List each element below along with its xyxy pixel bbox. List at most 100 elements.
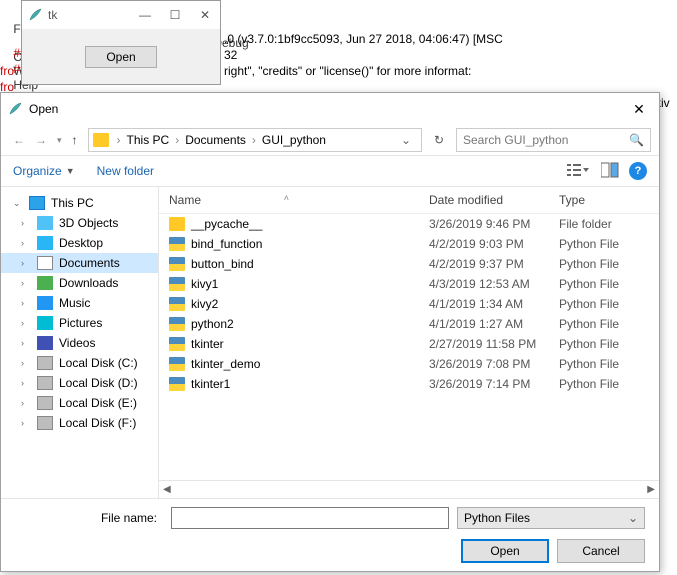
file-type: Python File [559,297,649,311]
open-file-dialog: Open ✕ ← → ▾ ↑ › This PC › Documents › G… [0,92,660,572]
expand-icon[interactable]: › [21,398,31,408]
file-type: Python File [559,277,649,291]
ico-pics-icon [37,316,53,330]
sort-indicator-icon: ˄ [284,193,289,207]
preview-pane-button[interactable] [601,162,619,181]
tree-item-local-disk-d-[interactable]: › Local Disk (D:) [1,373,158,393]
col-type[interactable]: Type [559,193,649,207]
organize-dropdown-icon[interactable]: ▼ [66,166,75,176]
tree-item-label: Downloads [59,276,118,290]
view-mode-button[interactable] [567,162,591,181]
file-row[interactable]: tkinter13/26/2019 7:14 PMPython File [159,374,659,394]
crumb-guipython[interactable]: GUI_python [258,133,330,147]
file-name: kivy2 [191,297,429,311]
crumb-documents[interactable]: Documents [181,133,250,147]
tree-item-videos[interactable]: › Videos [1,333,158,353]
breadcrumb-dropdown[interactable]: ⌄ [395,133,417,147]
expand-icon[interactable]: › [21,298,31,308]
expand-icon[interactable]: › [21,238,31,248]
tree-item-label: Documents [59,256,120,270]
expand-icon[interactable]: › [21,338,31,348]
tree-item-local-disk-f-[interactable]: ›Local Disk (F:) [1,413,158,433]
tree-item-label: 3D Objects [59,216,118,230]
tree-item-pictures[interactable]: ›Pictures [1,313,158,333]
search-box[interactable]: Search GUI_python 🔍 [456,128,651,152]
file-date: 4/3/2019 12:53 AM [429,277,559,291]
tree-item-label: This PC [51,196,94,210]
toolbar: Organize ▼ New folder ? [1,155,659,187]
chevron-down-icon: ⌄ [628,511,638,525]
cancel-button[interactable]: Cancel [557,539,645,563]
tree-item-documents[interactable]: › Documents [1,253,158,273]
tree-item-local-disk-c-[interactable]: ›Local Disk (C:) [1,353,158,373]
expand-icon[interactable]: ⌄ [13,198,23,209]
breadcrumb[interactable]: › This PC › Documents › GUI_python ⌄ [88,128,422,152]
open-button[interactable]: Open [461,539,549,563]
forward-button[interactable]: → [35,133,47,147]
organize-menu[interactable]: Organize [13,164,62,178]
expand-icon[interactable]: › [21,358,31,368]
tree-item-local-disk-e-[interactable]: ›Local Disk (E:) [1,393,158,413]
file-row[interactable]: button_bind4/2/2019 9:37 PMPython File [159,254,659,274]
ico-disk-icon [37,376,53,390]
tree-item-this-pc[interactable]: ⌄ This PC [1,193,158,213]
back-button[interactable]: ← [13,133,25,147]
file-name: python2 [191,317,429,331]
ico-disk-icon [37,356,53,370]
dialog-titlebar: Open ✕ [1,93,659,125]
file-row[interactable]: bind_function4/2/2019 9:03 PMPython File [159,234,659,254]
file-row[interactable]: kivy24/1/2019 1:34 AMPython File [159,294,659,314]
tree-item-label: Desktop [59,236,103,250]
new-folder-button[interactable]: New folder [97,164,154,178]
file-type: File folder [559,217,649,231]
tree-item-downloads[interactable]: › Downloads [1,273,158,293]
file-date: 4/1/2019 1:34 AM [429,297,559,311]
search-icon: 🔍 [629,133,644,147]
file-row[interactable]: __pycache__3/26/2019 9:46 PMFile folder [159,214,659,234]
expand-icon[interactable]: › [21,258,31,268]
tree-item-desktop[interactable]: › Desktop [1,233,158,253]
expand-icon[interactable]: › [21,378,31,388]
file-list-pane: Name ˄ Date modified Type __pycache__3/2… [159,187,659,498]
file-name-input[interactable] [171,507,449,529]
expand-icon[interactable]: › [21,218,31,228]
file-name-label: File name: [15,511,163,525]
file-date: 4/2/2019 9:03 PM [429,237,559,251]
expand-icon[interactable]: › [21,418,31,428]
refresh-button[interactable]: ↻ [428,128,450,152]
ico-cube-icon [37,216,53,230]
tree-item-label: Videos [59,336,95,350]
col-name[interactable]: Name [169,193,284,207]
expand-icon[interactable]: › [21,318,31,328]
file-row[interactable]: python24/1/2019 1:27 AMPython File [159,314,659,334]
crumb-thispc[interactable]: This PC [123,133,174,147]
file-type: Python File [559,257,649,271]
tk-titlebar: tk — ☐ ✕ [22,1,220,29]
maximize-button[interactable]: ☐ [160,1,190,29]
up-button[interactable]: ↑ [72,133,78,147]
col-date[interactable]: Date modified [429,193,559,207]
expand-icon[interactable]: › [21,278,31,288]
file-row[interactable]: kivy14/3/2019 12:53 AMPython File [159,274,659,294]
dialog-feather-icon [7,101,23,117]
minimize-button[interactable]: — [130,1,160,29]
help-button[interactable]: ? [629,162,647,180]
tree-item-music[interactable]: ›Music [1,293,158,313]
file-row[interactable]: tkinter_demo3/26/2019 7:08 PMPython File [159,354,659,374]
file-name: tkinter1 [191,377,429,391]
python-file-icon [169,337,185,351]
recent-dropdown[interactable]: ▾ [57,135,62,146]
tk-open-button[interactable]: Open [85,46,156,68]
horizontal-scrollbar[interactable]: ◀ ▶ [159,480,659,498]
ico-dl-icon [37,276,53,290]
close-button[interactable]: ✕ [190,1,220,29]
tree-item-label: Local Disk (D:) [59,376,138,390]
file-name: tkinter_demo [191,357,429,371]
tk-window: tk — ☐ ✕ Open [21,0,221,85]
ico-music-icon [37,296,53,310]
tree-item-3d-objects[interactable]: › 3D Objects [1,213,158,233]
file-type-filter[interactable]: Python Files ⌄ [457,507,645,529]
ico-desktop-icon [37,236,53,250]
file-row[interactable]: tkinter2/27/2019 11:58 PMPython File [159,334,659,354]
dialog-close-button[interactable]: ✕ [625,101,653,118]
